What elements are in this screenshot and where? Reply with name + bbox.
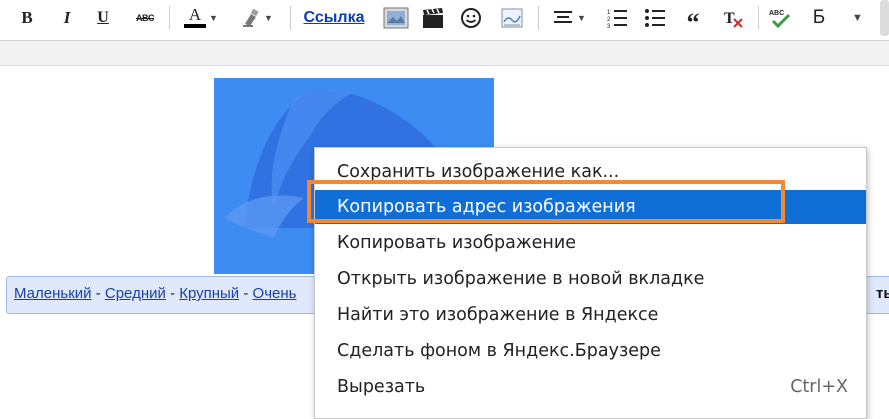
- spellcheck-button[interactable]: ABC: [766, 6, 794, 30]
- svg-text:3: 3: [607, 24, 611, 29]
- italic-button[interactable]: I: [56, 6, 78, 30]
- chevron-down-icon: ▼: [209, 13, 218, 23]
- toolbar-separator: [290, 6, 291, 30]
- numbered-list-button[interactable]: 1 2 3: [604, 6, 630, 30]
- bold-button[interactable]: B: [16, 6, 38, 30]
- chart-icon: [501, 8, 523, 28]
- menu-item-cut[interactable]: Вырезать Ctrl+X: [315, 370, 866, 404]
- strikethrough-button[interactable]: ABC: [130, 6, 160, 30]
- editor-toolbar: B I U ABC A ▼ ▼ Ссылка ▼ 1 2 3 “ T ABC Б…: [0, 0, 889, 36]
- toolbar-separator: [758, 6, 759, 30]
- blockquote-button[interactable]: “: [680, 6, 706, 36]
- font-button[interactable]: Б: [806, 6, 832, 30]
- spellcheck-icon: ABC: [769, 10, 791, 29]
- svg-text:ABC: ABC: [769, 10, 784, 17]
- toolbar-separator: [538, 6, 539, 30]
- menu-item-open-in-new-tab[interactable]: Открыть изображение в новой вкладке: [315, 262, 866, 296]
- insert-video-button[interactable]: [420, 6, 446, 30]
- editor-strip: [0, 41, 889, 66]
- shortcut-label: Ctrl+X: [790, 377, 848, 397]
- size-link-small[interactable]: Маленький: [14, 285, 92, 302]
- quote-icon: “: [686, 8, 700, 37]
- svg-text:1: 1: [607, 10, 611, 16]
- image-icon: [383, 7, 409, 29]
- highlighter-icon: [243, 8, 259, 27]
- menu-item-set-as-background[interactable]: Сделать фоном в Яндекс.Браузере: [315, 334, 866, 368]
- size-bar-right-text[interactable]: ть п: [876, 285, 889, 302]
- size-link-extra-large[interactable]: Очень: [253, 285, 297, 302]
- svg-text:2: 2: [607, 17, 611, 23]
- align-center-icon: [554, 11, 573, 23]
- scrollbar-edge[interactable]: [880, 0, 889, 36]
- image-size-links: Маленький - Средний - Крупный - Очень: [14, 285, 296, 302]
- chevron-down-icon: ▼: [852, 12, 863, 24]
- toolbar-separator: [169, 6, 170, 30]
- menu-item-search-in-yandex[interactable]: Найти это изображение в Яндексе: [315, 298, 866, 332]
- size-link-medium[interactable]: Средний: [105, 285, 166, 302]
- align-button[interactable]: ▼: [546, 6, 592, 30]
- clear-formatting-button[interactable]: T: [720, 6, 746, 30]
- font-color-icon: A: [184, 6, 207, 28]
- emoji-button[interactable]: [458, 6, 484, 30]
- svg-text:T: T: [724, 10, 735, 27]
- size-link-large[interactable]: Крупный: [179, 285, 239, 302]
- link-label: Ссылка: [303, 9, 365, 26]
- menu-item-copy-image[interactable]: Копировать изображение: [315, 226, 866, 260]
- chevron-down-icon: ▼: [577, 13, 586, 23]
- highlight-button[interactable]: ▼: [236, 6, 278, 30]
- font-color-button[interactable]: A ▼: [178, 6, 224, 30]
- smiley-icon: [461, 8, 481, 28]
- underline-icon: U: [97, 9, 109, 26]
- chevron-down-icon: ▼: [264, 13, 273, 23]
- insert-chart-button[interactable]: [498, 6, 526, 30]
- highlight-annotation-frame: [307, 180, 785, 223]
- clear-formatting-icon: T: [724, 10, 743, 28]
- underline-button[interactable]: U: [92, 6, 114, 30]
- size-separator: -: [243, 285, 249, 302]
- link-button[interactable]: Ссылка: [298, 6, 370, 30]
- bulleted-list-button[interactable]: [642, 6, 668, 30]
- insert-image-button[interactable]: [382, 6, 410, 30]
- italic-icon: I: [63, 8, 71, 27]
- numbered-list-icon: 1 2 3: [607, 10, 627, 29]
- size-separator: -: [95, 285, 101, 302]
- more-dropdown-button[interactable]: ▼: [846, 6, 866, 30]
- strikethrough-icon: ABC: [136, 13, 155, 23]
- bold-icon: B: [21, 8, 33, 27]
- clapperboard-icon: [423, 8, 443, 28]
- font-label: Б: [812, 7, 826, 28]
- size-separator: -: [170, 285, 176, 302]
- bulleted-list-icon: [645, 9, 665, 27]
